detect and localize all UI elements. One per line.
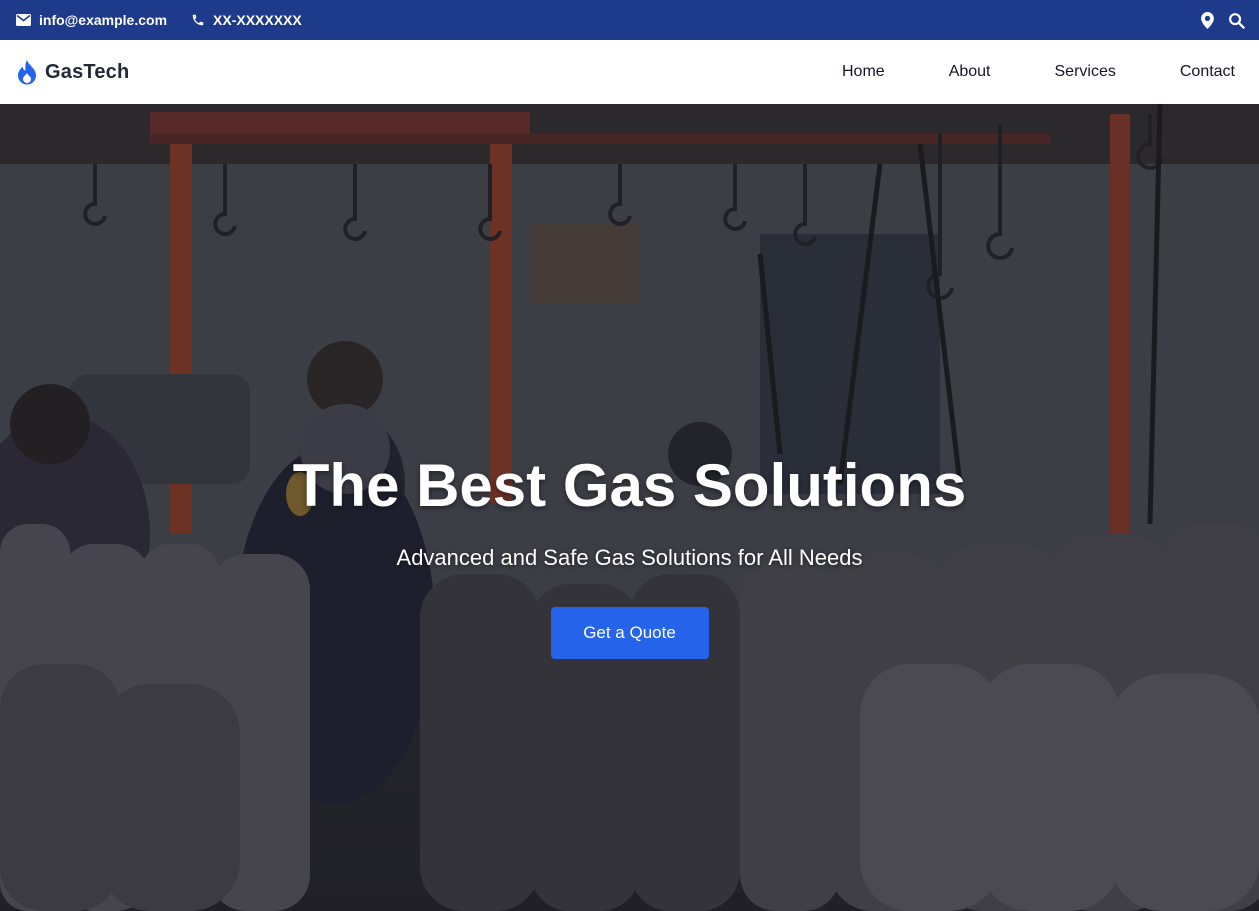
phone-icon bbox=[192, 14, 204, 26]
contact-info: info@example.com XX-XXXXXXX bbox=[16, 12, 302, 28]
map-pin-icon[interactable] bbox=[1201, 11, 1214, 29]
primary-nav: Home About Services Contact bbox=[778, 63, 1235, 81]
envelope-icon bbox=[16, 14, 31, 26]
search-icon[interactable] bbox=[1228, 12, 1245, 29]
phone-text: XX-XXXXXXX bbox=[213, 12, 302, 28]
get-quote-button[interactable]: Get a Quote bbox=[550, 607, 709, 659]
main-navbar: GasTech Home About Services Contact bbox=[0, 40, 1259, 104]
phone-link[interactable]: XX-XXXXXXX bbox=[191, 12, 302, 28]
flame-icon bbox=[18, 59, 36, 84]
top-info-bar: info@example.com XX-XXXXXXX bbox=[0, 0, 1259, 40]
hero-section: The Best Gas Solutions Advanced and Safe… bbox=[0, 104, 1259, 911]
nav-item-services[interactable]: Services bbox=[1055, 63, 1116, 81]
hero-title: The Best Gas Solutions bbox=[292, 452, 967, 519]
nav-item-contact[interactable]: Contact bbox=[1180, 63, 1235, 81]
brand-logo[interactable]: GasTech bbox=[16, 59, 130, 85]
email-link[interactable]: info@example.com bbox=[16, 12, 167, 28]
brand-name: GasTech bbox=[45, 60, 130, 83]
hero-content: The Best Gas Solutions Advanced and Safe… bbox=[0, 104, 1259, 911]
hero-subtitle: Advanced and Safe Gas Solutions for All … bbox=[396, 545, 863, 570]
email-text: info@example.com bbox=[39, 12, 168, 28]
nav-item-home[interactable]: Home bbox=[842, 63, 885, 81]
topbar-actions bbox=[1201, 11, 1245, 29]
nav-item-about[interactable]: About bbox=[949, 63, 991, 81]
